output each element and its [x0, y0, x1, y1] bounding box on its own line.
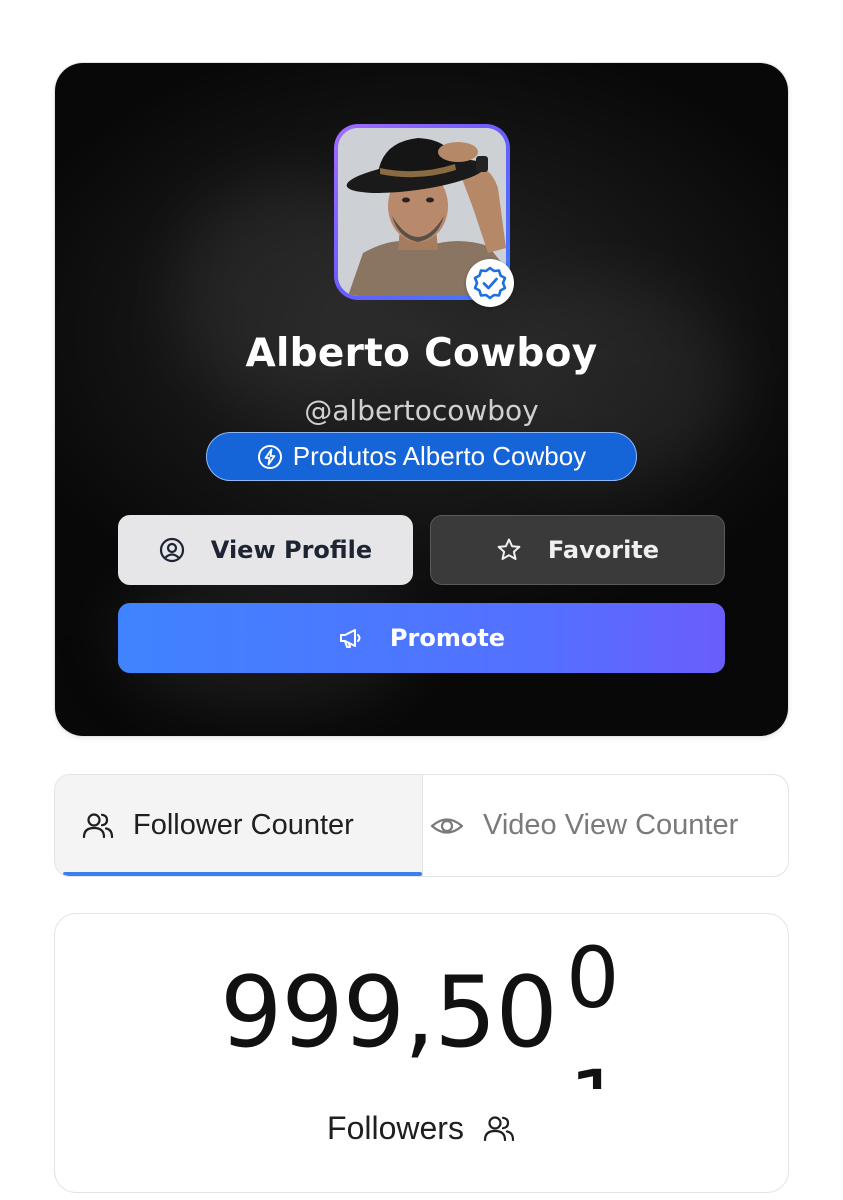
- favorite-button[interactable]: Favorite: [430, 515, 725, 585]
- user-circle-icon: [159, 537, 184, 563]
- promote-button[interactable]: Promote: [118, 603, 725, 673]
- follower-count-value: 999,50: [220, 956, 558, 1070]
- follower-counter-card: 999,50 0 1 Followers: [54, 913, 789, 1193]
- tab-follower-counter-label: Follower Counter: [133, 809, 354, 841]
- megaphone-icon: [339, 629, 361, 648]
- view-profile-button[interactable]: View Profile: [118, 515, 413, 585]
- brand-link-label: Produtos Alberto Cowboy: [292, 441, 587, 471]
- counter-tabs: Follower Counter Video View Counter: [54, 774, 789, 877]
- profile-handle: @albertocowboy: [304, 394, 539, 427]
- promote-label: Promote: [389, 624, 506, 652]
- followers-label: Followers: [327, 1110, 464, 1146]
- eye-icon: [430, 817, 464, 834]
- rolling-digit-current: 0: [566, 929, 620, 1027]
- users-icon: [483, 1115, 515, 1141]
- brand-link-pill[interactable]: Produtos Alberto Cowboy: [206, 432, 637, 481]
- favorite-label: Favorite: [547, 536, 660, 564]
- rolling-digit-next: 1: [569, 1059, 607, 1089]
- view-profile-label: View Profile: [210, 536, 373, 564]
- verified-check-icon: [473, 266, 507, 300]
- tab-follower-counter[interactable]: Follower Counter: [55, 775, 423, 876]
- followers-label-row: Followers: [55, 1110, 788, 1147]
- tab-video-view-counter[interactable]: Video View Counter: [423, 775, 788, 876]
- users-icon: [82, 812, 114, 838]
- bolt-icon: [257, 444, 282, 469]
- profile-card: Alberto Cowboy @albertocowboy Produtos A…: [55, 63, 788, 736]
- star-icon: [497, 538, 521, 560]
- rolling-digit-next-text: 1: [569, 1059, 607, 1089]
- verified-badge: [466, 259, 514, 307]
- tab-video-view-counter-label: Video View Counter: [483, 809, 739, 841]
- profile-name: Alberto Cowboy: [245, 331, 598, 376]
